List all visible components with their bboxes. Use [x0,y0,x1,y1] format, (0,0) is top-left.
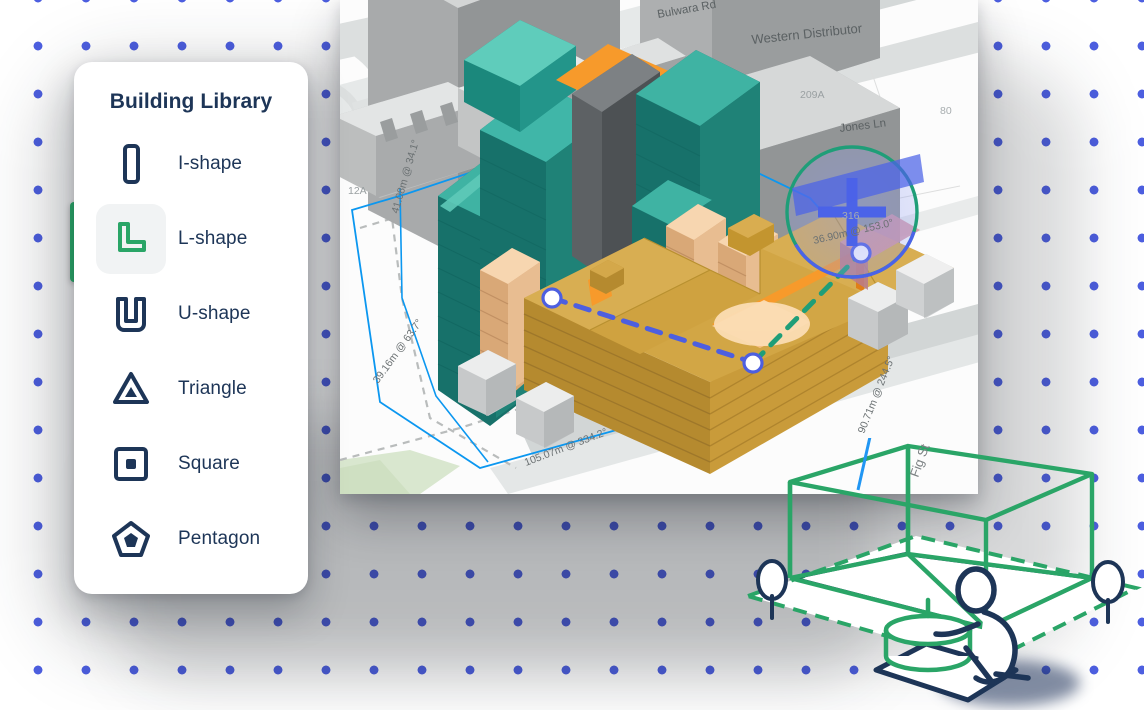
square-icon [96,429,166,499]
library-item-label: I-shape [178,152,243,174]
library-item-triangle[interactable]: Triangle [74,351,308,426]
survey-line [856,438,872,491]
parcel-label: 209A [800,89,825,101]
vertex-handle [541,287,563,309]
library-item-label: U-shape [178,302,251,324]
vertex-handle [742,352,764,374]
triangle-icon [96,354,166,424]
map-canvas[interactable]: Bulwara Rd Western Distributor Jones Ln … [340,0,978,494]
map-viewport[interactable]: Bulwara Rd Western Distributor Jones Ln … [340,0,978,494]
panel-title: Building Library [109,90,273,113]
library-item-label: L-shape [178,227,248,249]
massing-illustration: Fig St [741,438,1142,703]
parcel-label: 316 [842,210,860,222]
l-shape-icon [96,203,166,274]
library-item-pentagon[interactable]: Pentagon [74,501,308,576]
parcel-label: 12A [348,185,367,197]
building-library-list: I-shape L-shape U-shape Triangle Square … [74,126,308,576]
library-item-l-shape[interactable]: L-shape [74,201,308,276]
building-library-panel: Building Library I-shape L-shape U-shape… [74,62,308,594]
screen-root: Bulwara Rd Western Distributor Jones Ln … [0,0,1144,710]
u-shape-icon [96,279,166,349]
library-item-square[interactable]: Square [74,426,308,501]
parcel-label: 80 [940,105,952,117]
library-item-u-shape[interactable]: U-shape [74,276,308,351]
library-item-label: Triangle [178,377,247,399]
library-item-label: Pentagon [178,527,261,549]
library-item-i-shape[interactable]: I-shape [74,126,308,201]
tree-icon [756,559,788,620]
library-item-label: Square [178,452,240,474]
i-shape-icon [96,129,166,199]
tree-icon [1091,560,1125,624]
pentagon-icon [96,504,166,574]
